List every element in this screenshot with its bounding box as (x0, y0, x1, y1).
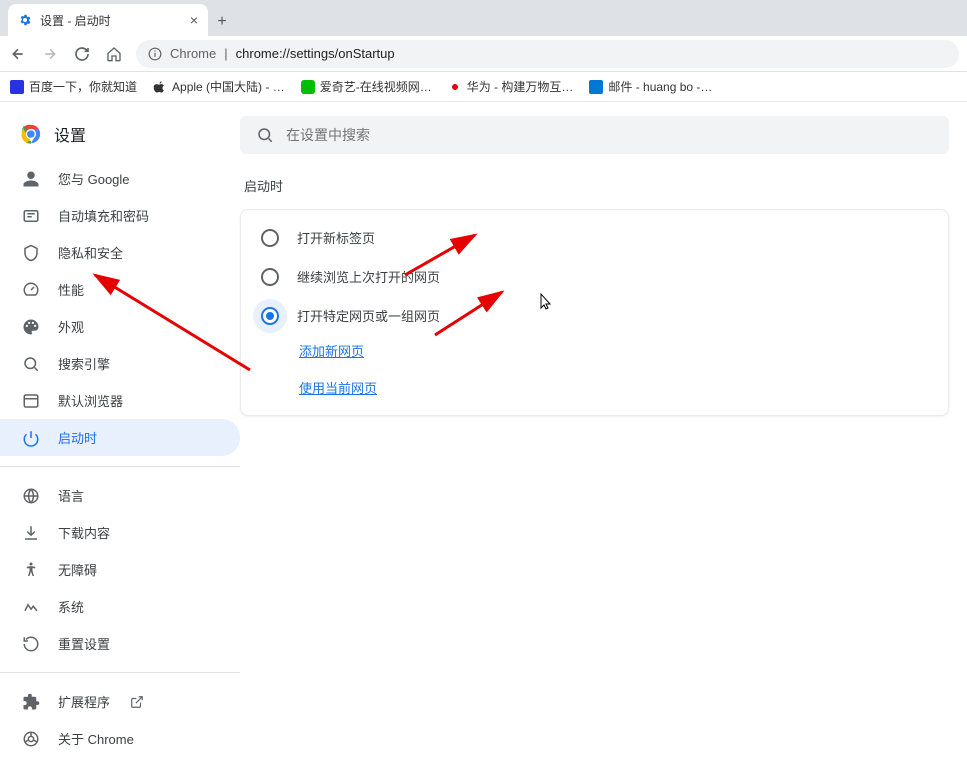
sidebar-item-label: 系统 (58, 597, 84, 616)
startup-option-specific[interactable]: 打开特定网页或一组网页 (241, 296, 948, 335)
huawei-icon (448, 80, 462, 94)
address-bar[interactable]: Chrome | chrome://settings/onStartup (136, 40, 959, 68)
sidebar-item-label: 重置设置 (58, 634, 110, 653)
sidebar-item-label: 语言 (58, 486, 84, 505)
back-button[interactable] (8, 44, 28, 64)
extension-icon (22, 693, 40, 711)
reset-icon (22, 635, 40, 653)
forward-button[interactable] (40, 44, 60, 64)
startup-option-newtab[interactable]: 打开新标签页 (241, 218, 948, 257)
apple-icon (153, 80, 167, 94)
tab-bar: 设置 - 启动时 × + (0, 0, 967, 36)
browser-tab[interactable]: 设置 - 启动时 × (8, 4, 208, 36)
sidebar-item-label: 外观 (58, 317, 84, 336)
bookmark-item[interactable]: Apple (中国大陆) - … (153, 78, 285, 95)
sidebar-item-system[interactable]: 系统 (0, 588, 240, 625)
sidebar-divider (0, 672, 240, 673)
outlook-icon (589, 80, 603, 94)
power-icon (22, 429, 40, 447)
settings-header: 设置 (0, 116, 240, 160)
sidebar-item-speed[interactable]: 性能 (0, 271, 240, 308)
autofill-icon (22, 207, 40, 225)
sidebar-item-autofill[interactable]: 自动填充和密码 (0, 197, 240, 234)
radio-checked-icon (261, 307, 279, 325)
sidebar-item-label: 您与 Google (58, 169, 130, 188)
sidebar-item-accessibility[interactable]: 无障碍 (0, 551, 240, 588)
speed-icon (22, 281, 40, 299)
sidebar-item-label: 启动时 (58, 428, 97, 447)
reload-button[interactable] (72, 44, 92, 64)
close-icon[interactable]: × (190, 12, 198, 28)
section-title: 启动时 (240, 176, 949, 195)
sidebar-item-label: 无障碍 (58, 560, 97, 579)
globe-icon (22, 487, 40, 505)
sidebar-item-label: 隐私和安全 (58, 243, 123, 262)
startup-sublinks: 添加新网页 使用当前网页 (241, 335, 948, 401)
sidebar-item-label: 自动填充和密码 (58, 206, 149, 225)
home-button[interactable] (104, 44, 124, 64)
sidebar-item-person[interactable]: 您与 Google (0, 160, 240, 197)
settings-sidebar: 设置 您与 Google 自动填充和密码隐私和安全性能外观搜索引擎默认浏览器启动时… (0, 102, 240, 596)
palette-icon (22, 318, 40, 336)
new-tab-button[interactable]: + (208, 8, 236, 36)
bookmarks-bar: 百度一下，你就知道 Apple (中国大陆) - … 爱奇艺-在线视频网… 华为… (0, 72, 967, 102)
settings-search[interactable] (240, 116, 949, 154)
add-new-page-link[interactable]: 添加新网页 (299, 341, 948, 360)
sidebar-item-download[interactable]: 下载内容 (0, 514, 240, 551)
bookmark-item[interactable]: 华为 - 构建万物互… (448, 78, 574, 95)
sidebar-item-browser[interactable]: 默认浏览器 (0, 382, 240, 419)
shield-icon (22, 244, 40, 262)
sidebar-item-about[interactable]: 关于 Chrome (0, 720, 240, 757)
site-info-icon (148, 47, 162, 61)
browser-icon (22, 392, 40, 410)
sidebar-item-shield[interactable]: 隐私和安全 (0, 234, 240, 271)
sidebar-item-label: 默认浏览器 (58, 391, 123, 410)
bookmark-item[interactable]: 百度一下，你就知道 (10, 78, 137, 95)
sidebar-divider (0, 466, 240, 467)
url-prefix: Chrome (170, 46, 216, 61)
startup-card: 打开新标签页 继续浏览上次打开的网页 打开特定网页或一组网页 添加新网页 使用当… (240, 209, 949, 416)
sidebar-item-globe[interactable]: 语言 (0, 477, 240, 514)
sidebar-item-search[interactable]: 搜索引擎 (0, 345, 240, 382)
settings-title: 设置 (54, 122, 86, 146)
sidebar-item-power[interactable]: 启动时 (0, 419, 240, 456)
chrome-icon (20, 123, 42, 145)
radio-icon (261, 229, 279, 247)
sidebar-item-reset[interactable]: 重置设置 (0, 625, 240, 662)
radio-icon (261, 268, 279, 286)
settings-main: 启动时 打开新标签页 继续浏览上次打开的网页 打开特定网页或一组网页 添加新网页… (240, 102, 967, 596)
bookmark-item[interactable]: 爱奇艺-在线视频网… (301, 78, 432, 95)
baidu-icon (10, 80, 24, 94)
url-text: chrome://settings/onStartup (236, 46, 395, 61)
iqiyi-icon (301, 80, 315, 94)
launch-icon (130, 695, 144, 709)
search-input[interactable] (286, 127, 933, 143)
gear-icon (18, 13, 32, 27)
system-icon (22, 598, 40, 616)
settings-content: 设置 您与 Google自动填充和密码隐私和安全性能外观搜索引擎默认浏览器启动时… (0, 102, 967, 596)
search-icon (22, 355, 40, 373)
browser-toolbar: Chrome | chrome://settings/onStartup (0, 36, 967, 72)
sidebar-item-label: 搜索引擎 (58, 354, 110, 373)
sidebar-item-label: 性能 (58, 280, 84, 299)
chrome-small-icon (22, 730, 40, 748)
person-icon (22, 170, 40, 188)
startup-option-continue[interactable]: 继续浏览上次打开的网页 (241, 257, 948, 296)
accessibility-icon (22, 561, 40, 579)
tab-title: 设置 - 启动时 (40, 12, 111, 29)
bookmark-item[interactable]: 邮件 - huang bo -… (589, 78, 712, 95)
download-icon (22, 524, 40, 542)
sidebar-item-label: 下载内容 (58, 523, 110, 542)
search-icon (256, 126, 274, 144)
sidebar-item-extensions[interactable]: 扩展程序 (0, 683, 240, 720)
sidebar-item-palette[interactable]: 外观 (0, 308, 240, 345)
use-current-pages-link[interactable]: 使用当前网页 (299, 378, 948, 397)
